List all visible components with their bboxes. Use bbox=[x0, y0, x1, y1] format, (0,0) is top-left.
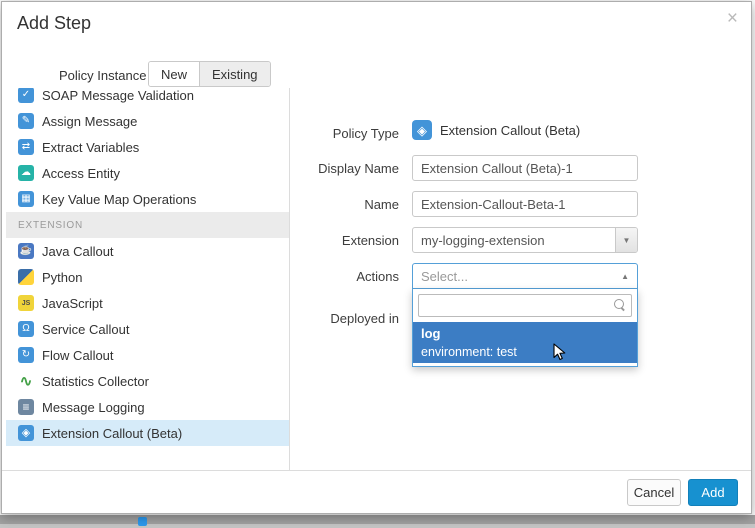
actions-dropdown-panel: log environment: test bbox=[412, 289, 638, 367]
extension-label: Extension bbox=[299, 233, 399, 248]
policy-item-label: Access Entity bbox=[42, 166, 120, 181]
list-form-divider bbox=[289, 88, 290, 471]
soap-message-validation-icon bbox=[18, 88, 34, 103]
extension-select[interactable]: my-logging-extension ▼ bbox=[412, 227, 638, 253]
policy-item-label: Key Value Map Operations bbox=[42, 192, 196, 207]
actions-option-name: log bbox=[421, 324, 629, 343]
policy-item-label: Flow Callout bbox=[42, 348, 114, 363]
policy-list-item[interactable]: Message Logging bbox=[6, 394, 289, 420]
policy-list-item-selected[interactable]: Extension Callout (Beta) bbox=[6, 420, 289, 446]
policy-item-label: Python bbox=[42, 270, 82, 285]
policy-instance-label: Policy Instance bbox=[59, 68, 146, 83]
policy-list-item[interactable]: JavaScript bbox=[6, 290, 289, 316]
access-entity-icon bbox=[18, 165, 34, 181]
policy-list-item[interactable]: Assign Message bbox=[6, 108, 289, 134]
policy-instance-toggle: New Existing bbox=[148, 61, 271, 87]
message-logging-icon bbox=[18, 399, 34, 415]
policy-list-item[interactable]: Flow Callout bbox=[6, 342, 289, 368]
policy-type-row: Extension Callout (Beta) bbox=[412, 120, 580, 140]
add-step-modal: Add Step × Policy Instance New Existing … bbox=[1, 1, 752, 514]
policy-type-icon bbox=[412, 120, 432, 140]
close-icon[interactable]: × bbox=[727, 9, 738, 28]
policy-list-item[interactable]: Java Callout bbox=[6, 238, 289, 264]
display-name-input[interactable] bbox=[412, 155, 638, 181]
actions-label: Actions bbox=[299, 269, 399, 284]
service-callout-icon bbox=[18, 321, 34, 337]
policy-item-label: Service Callout bbox=[42, 322, 129, 337]
extract-variables-icon bbox=[18, 139, 34, 155]
chevron-down-icon[interactable]: ▼ bbox=[615, 228, 637, 252]
policy-list-item[interactable]: Service Callout bbox=[6, 316, 289, 342]
actions-dropdown[interactable]: Select... ▲ bbox=[412, 263, 638, 289]
policy-type-value: Extension Callout (Beta) bbox=[440, 123, 580, 138]
cancel-button[interactable]: Cancel bbox=[627, 479, 681, 506]
policy-item-label: JavaScript bbox=[42, 296, 103, 311]
policy-item-label: SOAP Message Validation bbox=[42, 88, 194, 103]
policy-item-label: Assign Message bbox=[42, 114, 137, 129]
page-background-strip bbox=[0, 515, 755, 528]
policy-item-label: Extension Callout (Beta) bbox=[42, 426, 182, 441]
flow-callout-icon bbox=[18, 347, 34, 363]
footer-divider bbox=[2, 470, 751, 471]
policy-list-item[interactable]: Python bbox=[6, 264, 289, 290]
java-callout-icon bbox=[18, 243, 34, 259]
background-app-icon bbox=[138, 517, 147, 526]
policy-item-label: Message Logging bbox=[42, 400, 145, 415]
actions-option-detail: environment: test bbox=[421, 343, 629, 361]
page-background-light-band bbox=[0, 524, 755, 528]
python-icon bbox=[18, 269, 34, 285]
actions-option-log[interactable]: log environment: test bbox=[413, 322, 637, 363]
deployed-in-label: Deployed in bbox=[299, 311, 399, 326]
policy-instance-new-button[interactable]: New bbox=[149, 62, 199, 86]
javascript-icon bbox=[18, 295, 34, 311]
policy-item-label: Statistics Collector bbox=[42, 374, 149, 389]
extension-select-value: my-logging-extension bbox=[413, 228, 615, 252]
policy-list-item[interactable]: Key Value Map Operations bbox=[6, 186, 289, 212]
actions-search-input[interactable] bbox=[418, 294, 632, 317]
modal-title: Add Step bbox=[17, 13, 91, 34]
display-name-label: Display Name bbox=[299, 161, 399, 176]
search-icon bbox=[614, 299, 626, 311]
policy-item-label: Java Callout bbox=[42, 244, 114, 259]
policy-type-label: Policy Type bbox=[299, 126, 399, 141]
policy-list-item[interactable]: Access Entity bbox=[6, 160, 289, 186]
name-input[interactable] bbox=[412, 191, 638, 217]
chevron-up-icon: ▲ bbox=[621, 272, 629, 281]
policy-item-label: Extract Variables bbox=[42, 140, 139, 155]
policy-list-item[interactable]: Statistics Collector bbox=[6, 368, 289, 394]
assign-message-icon bbox=[18, 113, 34, 129]
extension-callout-icon bbox=[18, 425, 34, 441]
add-button[interactable]: Add bbox=[688, 479, 738, 506]
name-label: Name bbox=[299, 197, 399, 212]
policy-instance-existing-button[interactable]: Existing bbox=[199, 62, 270, 86]
policy-list-section-extension: EXTENSION bbox=[6, 212, 289, 238]
policy-list: SOAP Message Validation Assign Message E… bbox=[6, 88, 289, 452]
policy-list-item[interactable]: Extract Variables bbox=[6, 134, 289, 160]
section-header-label: EXTENSION bbox=[18, 220, 83, 231]
statistics-collector-icon bbox=[18, 373, 34, 389]
policy-list-item[interactable]: SOAP Message Validation bbox=[6, 88, 289, 108]
key-value-map-operations-icon bbox=[18, 191, 34, 207]
actions-dropdown-placeholder: Select... bbox=[421, 269, 621, 284]
